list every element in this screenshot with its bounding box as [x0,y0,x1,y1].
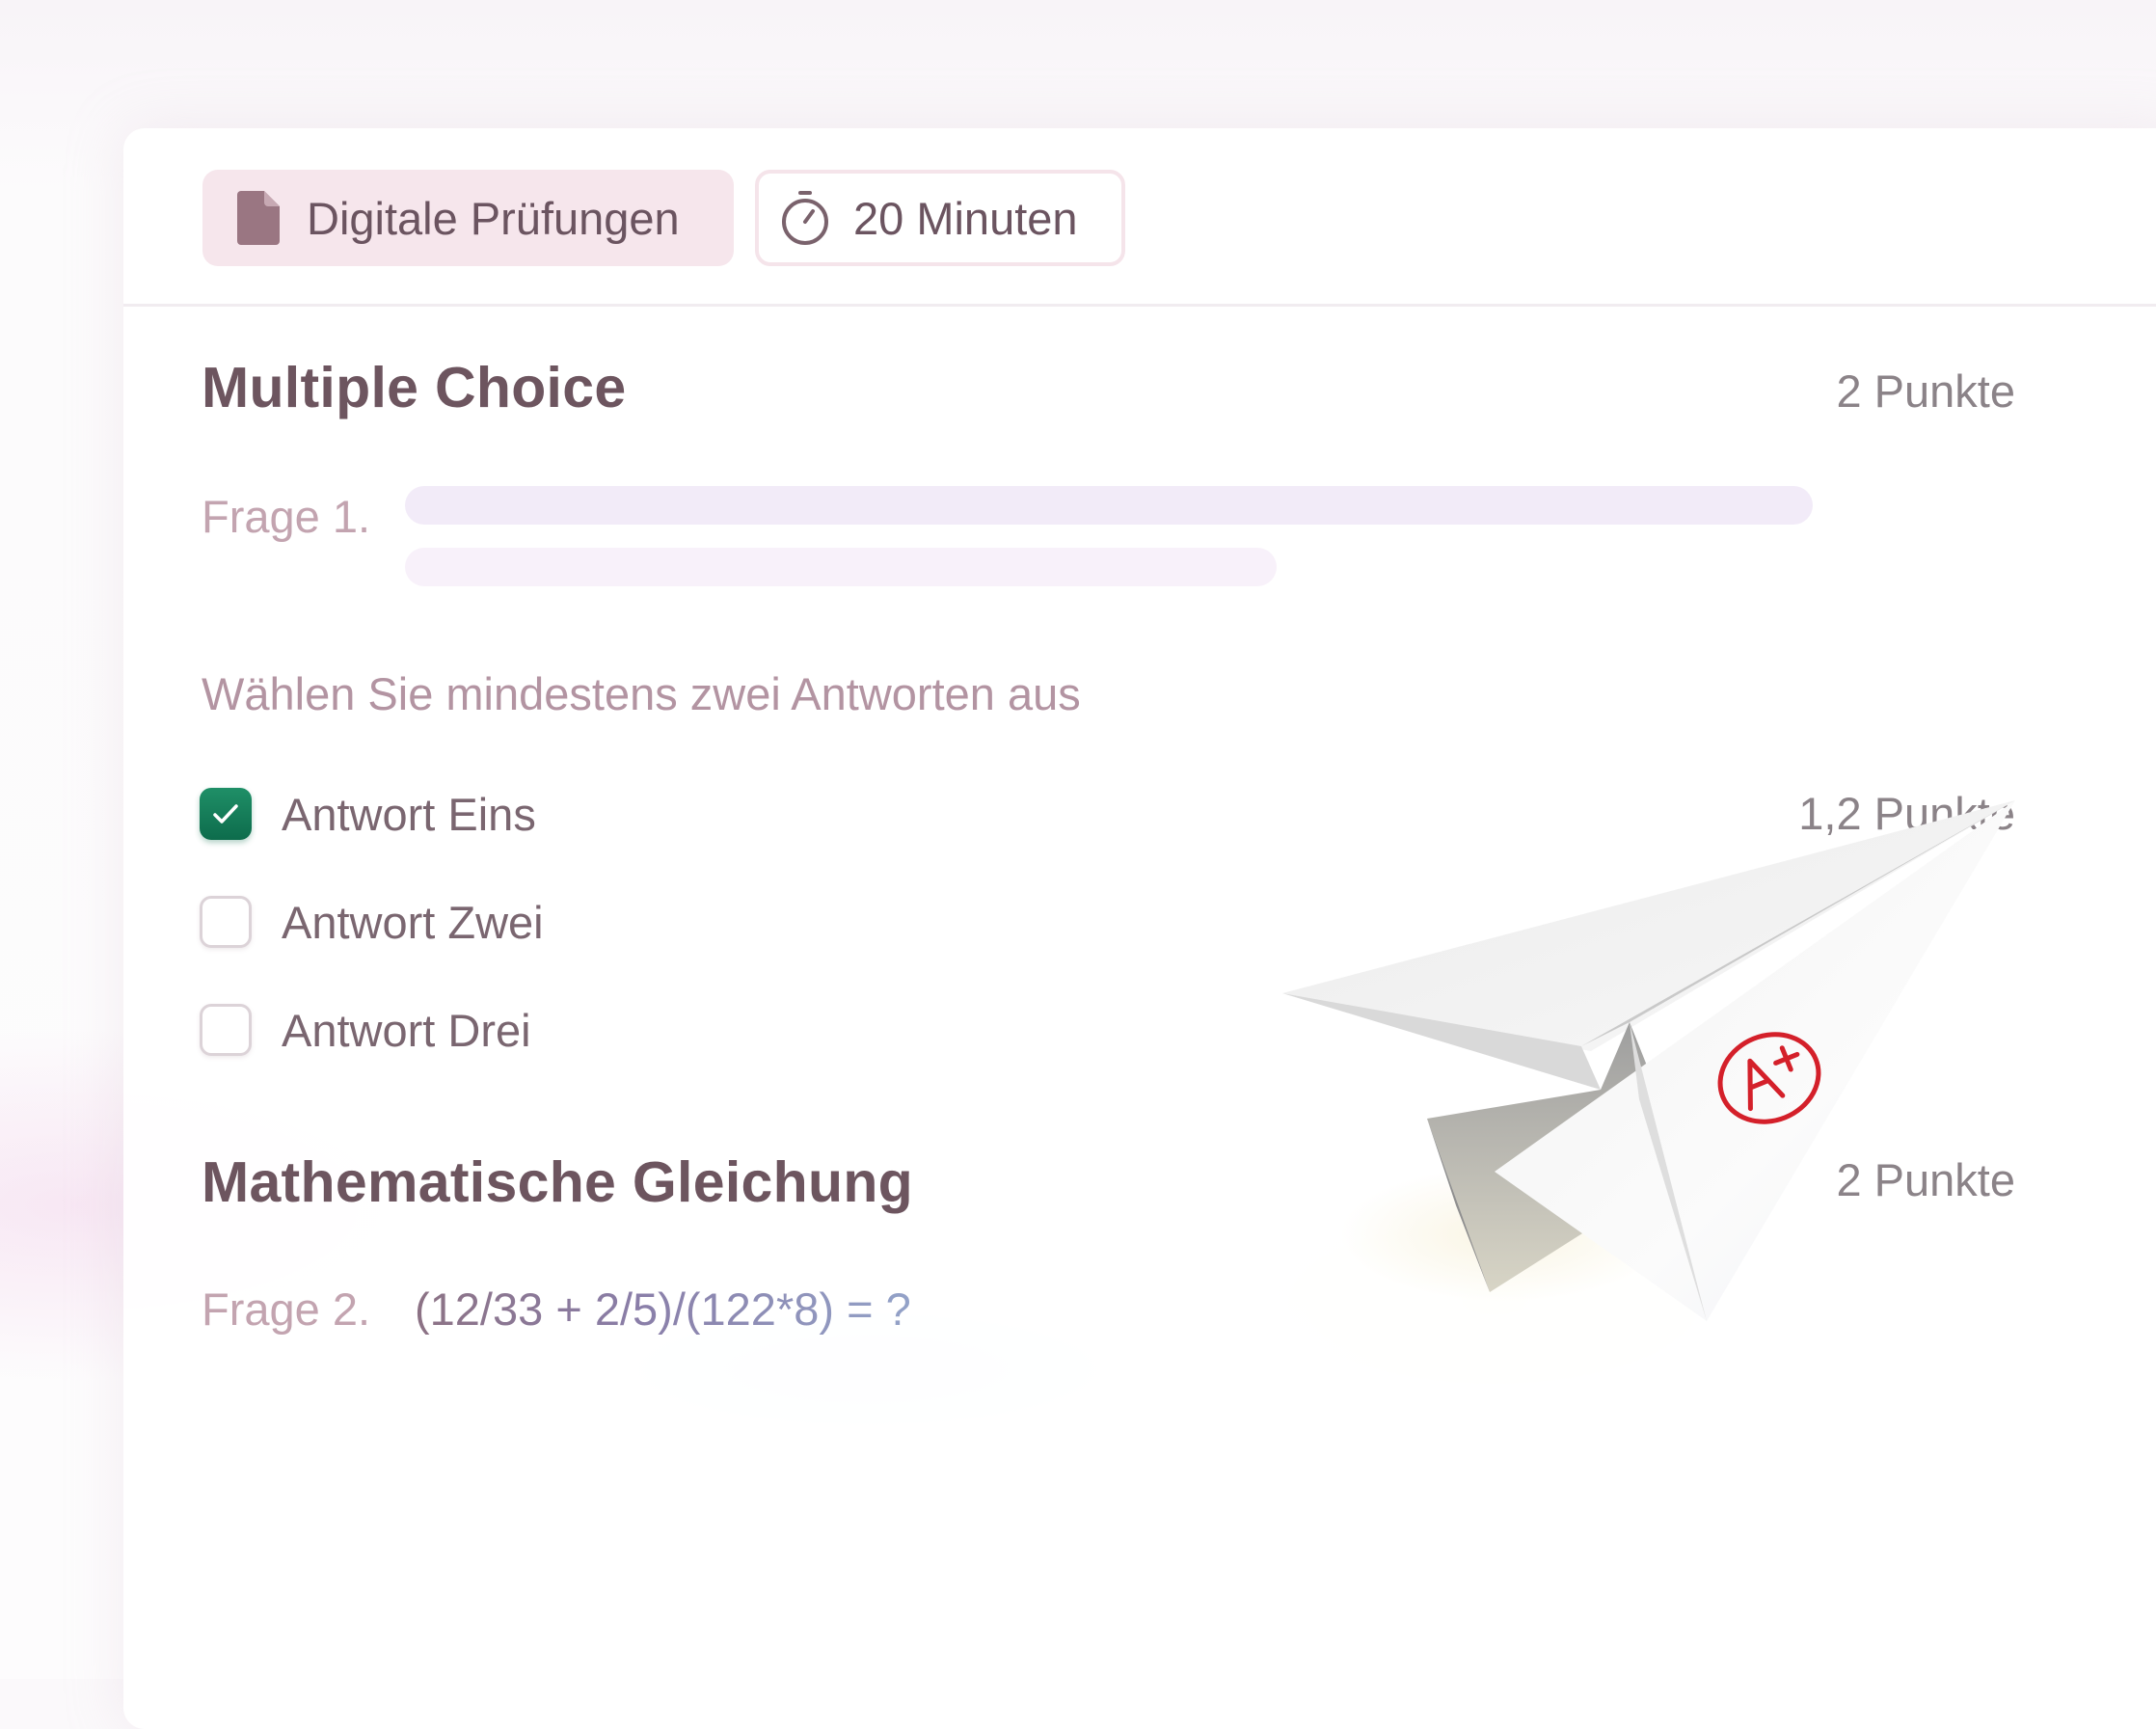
answer-3-label: Antwort Drei [282,1004,531,1056]
exam-type-label: Digitale Prüfungen [307,192,680,244]
exam-type-chip[interactable]: Digitale Prüfungen [202,170,734,266]
answer-option-2[interactable]: Antwort Zwei [200,893,544,951]
stopwatch-icon [778,187,832,249]
question-2-label: Frage 2. [202,1283,371,1335]
document-icon [231,187,285,249]
answer-option-3[interactable]: Antwort Drei [200,1001,531,1059]
answer-1-label: Antwort Eins [282,788,536,840]
card-header: Digitale Prüfungen 20 Minuten [123,128,2156,307]
question-1-label: Frage 1. [202,491,371,542]
checkmark-icon [213,804,238,824]
answer-1-checkbox[interactable] [200,788,252,840]
answer-2-checkbox[interactable] [200,896,252,948]
question-1-text-placeholder-line-2 [405,548,1277,586]
duration-chip[interactable]: 20 Minuten [755,170,1125,266]
paper-plane-icon [1282,800,2015,1321]
duration-label: 20 Minuten [853,192,1078,244]
math-equation: (12/33 + 2/5)/(122*8) = ? [415,1283,911,1335]
answer-option-1[interactable]: Antwort Eins [200,785,536,843]
multiple-choice-points: 2 Punkte [1836,365,2015,417]
answer-instruction: Wählen Sie mindestens zwei Antworten aus [202,668,1081,719]
math-section-title: Mathematische Gleichung [202,1150,914,1214]
question-1-text-placeholder-line-1 [405,486,1813,525]
answer-3-checkbox[interactable] [200,1004,252,1056]
answer-2-label: Antwort Zwei [282,896,544,948]
multiple-choice-title: Multiple Choice [202,356,627,419]
